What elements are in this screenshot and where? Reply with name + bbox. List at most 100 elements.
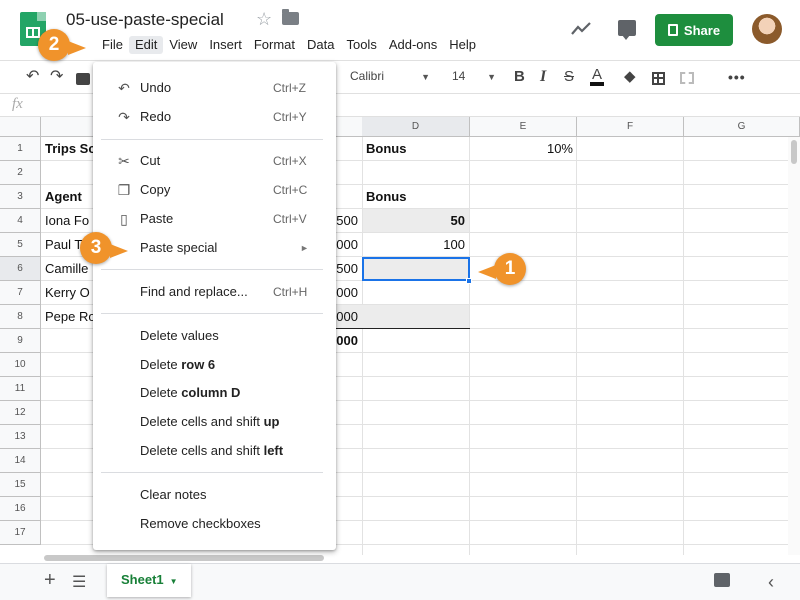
menu-edit[interactable]: Edit	[128, 36, 164, 54]
chevron-down-icon: ▼	[421, 72, 430, 82]
cell-a1[interactable]: Trips Sc	[41, 137, 101, 161]
menu-item-delete-row[interactable]: Delete row 6	[93, 352, 336, 378]
chevron-left-icon[interactable]: ‹	[768, 572, 774, 593]
menu-item-label: Redo	[140, 109, 172, 124]
row-header[interactable]: 8	[0, 305, 41, 329]
add-sheet-icon[interactable]: +	[44, 569, 56, 592]
document-title[interactable]: 05-use-paste-special	[66, 10, 224, 30]
row-header[interactable]: 16	[0, 497, 41, 521]
text-color-icon[interactable]: A	[590, 67, 605, 86]
row-header[interactable]: 15	[0, 473, 41, 497]
font-select[interactable]: Calibri ▼	[350, 69, 430, 83]
row-header[interactable]: 6	[0, 257, 41, 281]
menu-item-delete-values[interactable]: Delete values	[93, 323, 336, 349]
row-header[interactable]: 13	[0, 425, 41, 449]
row-header[interactable]: 2	[0, 161, 41, 185]
menu-item-label: Find and replace...	[140, 284, 248, 299]
menu-file[interactable]: File	[96, 36, 129, 54]
folder-icon[interactable]	[282, 9, 299, 25]
menu-item-paste-special[interactable]: Paste special ►	[93, 235, 336, 261]
avatar[interactable]	[752, 14, 782, 44]
menu-item-shortcut: Ctrl+H	[273, 285, 308, 299]
menu-item-clear-notes[interactable]: Clear notes	[93, 482, 336, 508]
row-header[interactable]: 12	[0, 401, 41, 425]
share-lock-icon	[667, 24, 678, 36]
menu-item-undo[interactable]: ↶ Undo Ctrl+Z	[93, 75, 336, 101]
row-header[interactable]: 4	[0, 209, 41, 233]
callout-step-3: 3	[80, 232, 128, 264]
menu-help[interactable]: Help	[443, 36, 482, 54]
row-header[interactable]: 1	[0, 137, 41, 161]
row-header[interactable]: 10	[0, 353, 41, 377]
menu-divider	[101, 313, 323, 314]
cell-a7[interactable]: Kerry O	[41, 281, 101, 305]
vertical-scroll-thumb[interactable]	[791, 140, 797, 164]
col-header-e[interactable]: E	[470, 117, 577, 137]
cell-a8[interactable]: Pepe Ro	[41, 305, 101, 329]
callout-pointer-icon	[478, 265, 496, 279]
vertical-scrollbar[interactable]	[788, 137, 800, 555]
edit-menu: ↶ Undo Ctrl+Z ↷ Redo Ctrl+Y ✂ Cut Ctrl+X…	[93, 62, 336, 550]
row-header[interactable]: 11	[0, 377, 41, 401]
menu-tools[interactable]: Tools	[340, 36, 382, 54]
share-button[interactable]: Share	[655, 14, 733, 46]
fill-color-icon[interactable]: ◆	[624, 68, 636, 86]
sheet-tab-sheet1[interactable]: Sheet1 ▼	[107, 564, 191, 597]
col-header-f[interactable]: F	[577, 117, 684, 137]
activity-trend-icon[interactable]	[570, 18, 592, 40]
menu-format[interactable]: Format	[248, 36, 301, 54]
menu-item-paste[interactable]: ▯ Paste Ctrl+V	[93, 206, 336, 232]
star-icon[interactable]: ☆	[256, 9, 272, 30]
col-header-d[interactable]: D	[362, 117, 470, 137]
cell-a3[interactable]: Agent	[41, 185, 101, 209]
merge-cells-icon[interactable]	[680, 72, 694, 84]
cell-d1[interactable]: Bonus	[362, 137, 469, 161]
col-header-g[interactable]: G	[684, 117, 800, 137]
more-icon[interactable]: •••	[728, 68, 746, 86]
menu-item-delete-column[interactable]: Delete column D	[93, 380, 336, 406]
row-header[interactable]: 7	[0, 281, 41, 305]
corner-cell[interactable]	[0, 117, 41, 137]
menu-view[interactable]: View	[163, 36, 203, 54]
strikethrough-icon[interactable]: S	[564, 68, 574, 86]
bold-icon[interactable]: B	[514, 68, 525, 86]
cell-d5[interactable]: 100	[362, 233, 469, 257]
cell-e1[interactable]: 10%	[470, 137, 577, 161]
menu-data[interactable]: Data	[301, 36, 340, 54]
selected-cell-d6[interactable]	[362, 257, 470, 281]
menu-item-label: Clear notes	[140, 487, 207, 502]
menu-item-cut[interactable]: ✂ Cut Ctrl+X	[93, 148, 336, 174]
row-header[interactable]: 17	[0, 521, 41, 545]
cell-a4[interactable]: Iona Fo	[41, 209, 101, 233]
menu-item-copy[interactable]: ❐ Copy Ctrl+C	[93, 177, 336, 203]
menu-bar: File Edit View Insert Format Data Tools …	[96, 36, 482, 54]
redo-icon[interactable]: ↷	[50, 68, 63, 86]
fill-handle[interactable]	[466, 278, 472, 284]
cell-d4[interactable]: 50	[362, 209, 469, 233]
explore-icon[interactable]	[714, 573, 730, 587]
menu-item-delete-shift-left[interactable]: Delete cells and shift left	[93, 438, 336, 464]
menu-insert[interactable]: Insert	[203, 36, 248, 54]
menu-item-label: Undo	[140, 80, 172, 95]
menu-addons[interactable]: Add-ons	[383, 36, 443, 54]
menu-item-label: Delete cells and shift left	[140, 443, 284, 458]
row-header[interactable]: 9	[0, 329, 41, 353]
font-size-select[interactable]: 14 ▼	[452, 69, 496, 83]
undo-icon[interactable]: ↶	[26, 68, 39, 86]
print-icon[interactable]	[76, 73, 90, 85]
cell-d3[interactable]: Bonus	[362, 185, 469, 209]
menu-item-find-replace[interactable]: Find and replace... Ctrl+H	[93, 279, 336, 305]
borders-icon[interactable]	[652, 72, 665, 85]
horizontal-scroll-thumb[interactable]	[44, 555, 324, 561]
menu-item-delete-shift-up[interactable]: Delete cells and shift up	[93, 409, 336, 435]
row-header[interactable]: 3	[0, 185, 41, 209]
menu-divider	[101, 139, 323, 140]
menu-item-label: Cut	[140, 153, 161, 168]
comment-icon[interactable]	[618, 20, 636, 40]
row-header[interactable]: 5	[0, 233, 41, 257]
italic-icon[interactable]: I	[540, 68, 546, 86]
row-header[interactable]: 14	[0, 449, 41, 473]
all-sheets-icon[interactable]: ☰	[72, 572, 86, 592]
menu-item-remove-checkboxes[interactable]: Remove checkboxes	[93, 511, 336, 537]
menu-item-redo[interactable]: ↷ Redo Ctrl+Y	[93, 104, 336, 130]
